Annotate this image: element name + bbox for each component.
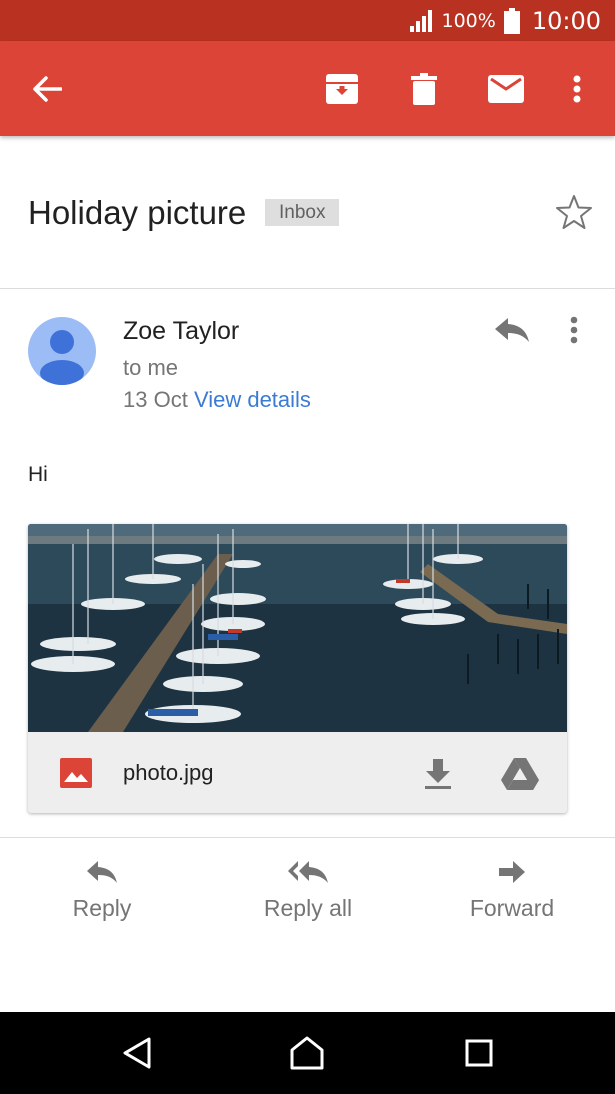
divider <box>0 837 615 838</box>
drive-icon <box>501 758 539 790</box>
download-icon <box>425 759 451 789</box>
attachment-file-name: photo.jpg <box>123 760 214 785</box>
nav-recents-button[interactable] <box>454 1012 504 1094</box>
star-outline-icon <box>556 195 592 229</box>
person-icon <box>40 330 84 385</box>
delete-icon <box>411 72 437 105</box>
star-button[interactable] <box>555 194 593 235</box>
download-button[interactable] <box>416 752 460 796</box>
reply-icon <box>87 861 117 883</box>
status-indicators: 100% 10:00 <box>409 0 601 41</box>
date-line: 13 Oct View details <box>123 387 311 413</box>
mark-unread-button[interactable] <box>482 41 530 136</box>
reply-button-header[interactable] <box>494 317 530 348</box>
forward-button[interactable]: Forward <box>442 860 582 922</box>
forward-label: Forward <box>469 895 555 921</box>
avatar[interactable] <box>28 317 96 385</box>
status-bar: 100% 10:00 <box>0 0 615 41</box>
attachment-footer: photo.jpg <box>28 732 567 813</box>
sender-block: Zoe Taylor to me 13 Oct View details <box>0 289 615 449</box>
reply-button[interactable]: Reply <box>32 860 172 922</box>
nav-home-icon <box>290 1036 324 1070</box>
mark-unread-icon <box>488 74 524 103</box>
message-overflow-button[interactable] <box>570 316 578 349</box>
signal-icon <box>409 9 432 32</box>
clock: 10:00 <box>531 6 601 35</box>
battery-icon <box>503 7 520 34</box>
email-subject: Holiday picture <box>28 194 247 231</box>
nav-back-button[interactable] <box>112 1012 162 1094</box>
reply-label: Reply <box>72 895 132 921</box>
arrow-back-icon <box>33 75 62 102</box>
nav-back-icon <box>123 1037 151 1069</box>
sender-name: Zoe Taylor <box>123 317 240 345</box>
view-details-link[interactable]: View details <box>194 387 311 412</box>
app-bar <box>0 41 615 136</box>
battery-percentage: 100% <box>441 9 496 32</box>
back-button[interactable] <box>22 41 72 136</box>
forward-icon <box>499 861 525 883</box>
more-options-button[interactable] <box>560 41 594 136</box>
subject-row: Holiday picture Inbox <box>0 136 615 289</box>
recipient-line: to me <box>123 355 179 380</box>
reply-all-icon <box>288 861 328 883</box>
archive-button[interactable] <box>318 41 366 136</box>
delete-button[interactable] <box>400 41 448 136</box>
save-to-drive-button[interactable] <box>496 752 544 796</box>
image-file-icon <box>60 758 92 788</box>
more-vert-icon <box>573 75 581 102</box>
more-vert-icon <box>570 316 578 344</box>
email-date: 13 Oct <box>123 387 188 412</box>
reply-icon <box>495 318 529 342</box>
attachment-photo-preview[interactable] <box>28 524 567 732</box>
archive-icon <box>326 73 358 104</box>
email-body: Hi <box>28 463 48 486</box>
attachment-card[interactable]: photo.jpg <box>28 524 567 813</box>
nav-recents-icon <box>465 1039 493 1067</box>
system-navigation-bar <box>0 1012 615 1094</box>
reply-all-button[interactable]: Reply all <box>238 860 378 922</box>
reply-all-label: Reply all <box>263 895 353 921</box>
nav-home-button[interactable] <box>282 1012 332 1094</box>
inbox-label[interactable]: Inbox <box>265 199 340 226</box>
